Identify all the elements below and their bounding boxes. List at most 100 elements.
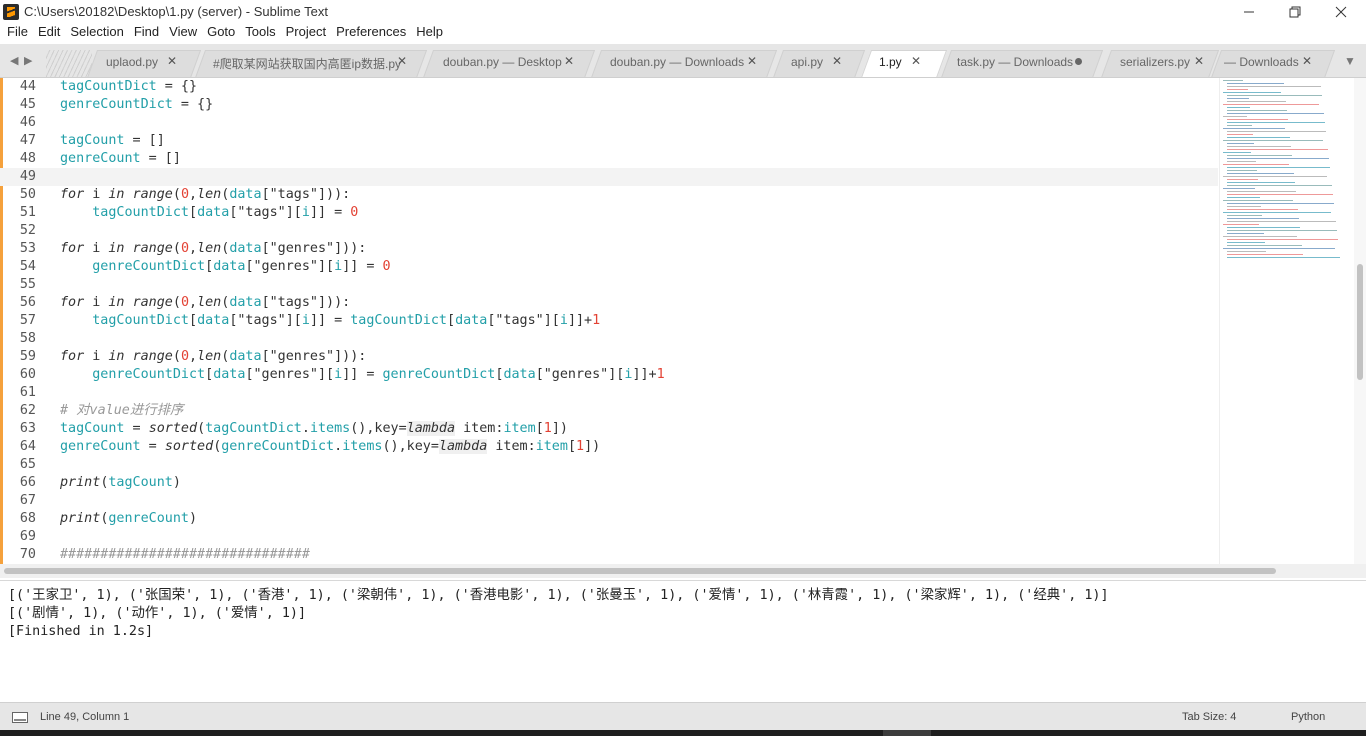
unsaved-dot-icon[interactable]	[1075, 58, 1082, 65]
code-token: (),key=	[382, 439, 439, 454]
code-line[interactable]: 60 genreCountDict[data["genres"][i]] = g…	[0, 366, 1218, 384]
menu-goto[interactable]: Goto	[202, 24, 240, 44]
minimap-line	[1223, 80, 1243, 81]
code-token: genreCount	[60, 151, 141, 166]
code-token: [	[535, 421, 544, 436]
code-line[interactable]: 68 print(genreCount)	[0, 510, 1218, 528]
tab-label: 1.py	[879, 55, 902, 69]
code-token: range	[132, 349, 173, 364]
horizontal-scrollbar[interactable]	[0, 564, 1366, 578]
tab-close-icon[interactable]: ✕	[397, 54, 407, 68]
code-line[interactable]: 53 for i in range(0,len(data["genres"])):	[0, 240, 1218, 258]
code-token: (),key=	[350, 421, 407, 436]
menu-file[interactable]: File	[0, 24, 33, 44]
tab-close-icon[interactable]: ✕	[1302, 54, 1312, 68]
horizontal-scroll-thumb[interactable]	[4, 568, 1276, 574]
tab-close-icon[interactable]: ✕	[1194, 54, 1204, 68]
menu-tools[interactable]: Tools	[240, 24, 280, 44]
code-token: 1	[576, 439, 585, 454]
tab-close-icon[interactable]: ✕	[911, 54, 921, 68]
menu-preferences[interactable]: Preferences	[331, 24, 411, 44]
minimap-line	[1227, 119, 1288, 120]
code-line[interactable]: 49	[0, 168, 1218, 186]
code-line[interactable]: 47 tagCount = []	[0, 132, 1218, 150]
code-text: # 对value进行排序	[60, 402, 183, 420]
tab-dropdown-icon[interactable]: ▼	[1344, 54, 1356, 68]
build-output-panel[interactable]: [('王家卫', 1), ('张国荣', 1), ('香港', 1), ('梁朝…	[0, 580, 1366, 702]
tab-close-icon[interactable]: ✕	[167, 54, 177, 68]
tab-close-icon[interactable]: ✕	[832, 54, 842, 68]
minimap-line	[1227, 89, 1248, 90]
code-token: "genres"	[269, 349, 335, 364]
code-token: genreCountDict	[92, 259, 206, 274]
minimap-line	[1227, 113, 1324, 114]
code-token: "tags"	[269, 187, 318, 202]
tab-scroll-right-icon[interactable]: ▶	[24, 54, 32, 67]
code-line[interactable]: 45 genreCountDict = {}	[0, 96, 1218, 114]
code-line[interactable]: 69	[0, 528, 1218, 546]
minimap-line	[1227, 137, 1290, 138]
sublime-logo-icon	[3, 4, 19, 20]
code-line[interactable]: 67	[0, 492, 1218, 510]
line-number: 68	[19, 511, 36, 526]
menu-selection[interactable]: Selection	[65, 24, 128, 44]
code-line[interactable]: 61	[0, 384, 1218, 402]
vertical-scroll-thumb[interactable]	[1357, 264, 1363, 380]
code-line[interactable]: 46	[0, 114, 1218, 132]
code-line[interactable]: 62 # 对value进行排序	[0, 402, 1218, 420]
minimap-line	[1227, 221, 1336, 222]
code-line[interactable]: 52	[0, 222, 1218, 240]
syntax-selector[interactable]: Python	[1291, 711, 1325, 723]
code-token: ]]+	[632, 367, 657, 382]
code-token: data	[229, 187, 262, 202]
code-line[interactable]: 65	[0, 456, 1218, 474]
menu-project[interactable]: Project	[281, 24, 331, 44]
code-line[interactable]: 48 genreCount = []	[0, 150, 1218, 168]
code-token: "genres"	[253, 259, 319, 274]
restore-button[interactable]	[1272, 0, 1318, 24]
tab-1-py[interactable]	[860, 50, 948, 77]
code-line[interactable]: 51 tagCountDict[data["tags"][i]] = 0	[0, 204, 1218, 222]
code-editor[interactable]: 44 tagCountDict = {} 45 genreCountDict = {}…	[0, 78, 1366, 564]
minimap[interactable]	[1219, 78, 1354, 564]
code-line[interactable]: 57 tagCountDict[data["tags"][i]] = tagCo…	[0, 312, 1218, 330]
code-line[interactable]: 50 for i in range(0,len(data["tags"])):	[0, 186, 1218, 204]
tab-label: #爬取某网站获取国内高匿ip数据.py	[213, 57, 402, 71]
code-token: [	[189, 205, 198, 220]
line-number: 45	[19, 97, 36, 112]
code-line[interactable]: 59 for i in range(0,len(data["genres"])):	[0, 348, 1218, 366]
code-line[interactable]: 70 ###############################	[0, 546, 1218, 564]
tab-size[interactable]: Tab Size: 4	[1182, 711, 1236, 723]
menu-help[interactable]: Help	[411, 24, 448, 44]
code-line[interactable]: 58	[0, 330, 1218, 348]
close-window-button[interactable]	[1318, 0, 1364, 24]
code-token: (	[172, 187, 181, 202]
tab-scroll-left-icon[interactable]: ◀	[10, 54, 18, 67]
code-line[interactable]: 56 for i in range(0,len(data["tags"])):	[0, 294, 1218, 312]
code-line[interactable]: 64 genreCount = sorted(genreCountDict.ite…	[0, 438, 1218, 456]
menu-edit[interactable]: Edit	[33, 24, 65, 44]
vertical-scrollbar[interactable]	[1354, 78, 1366, 564]
menu-view[interactable]: View	[164, 24, 202, 44]
code-token: genreCountDict	[221, 439, 335, 454]
minimap-line	[1227, 194, 1333, 195]
code-line[interactable]: 54 genreCountDict[data["genres"][i]] = 0	[0, 258, 1218, 276]
code-token: len	[197, 187, 222, 202]
code-token: sorted	[164, 439, 214, 454]
code-line[interactable]: 44 tagCountDict = {}	[0, 78, 1218, 96]
panel-toggle-icon[interactable]	[12, 712, 28, 723]
minimap-line	[1227, 173, 1294, 174]
code-text: genreCountDict = {}	[60, 96, 213, 114]
minimize-button[interactable]	[1226, 0, 1272, 24]
code-text: for i in range(0,len(data["tags"])):	[60, 186, 350, 204]
tab-label: serializers.py	[1120, 55, 1191, 69]
code-line[interactable]: 66 print(tagCount)	[0, 474, 1218, 492]
tab-close-icon[interactable]: ✕	[747, 54, 757, 68]
minimap-line	[1227, 158, 1329, 159]
taskbar-item[interactable]	[883, 730, 931, 736]
code-line[interactable]: 55	[0, 276, 1218, 294]
menu-find[interactable]: Find	[129, 24, 164, 44]
tab-close-icon[interactable]: ✕	[564, 54, 574, 68]
code-line[interactable]: 63 tagCount = sorted(tagCountDict.items()…	[0, 420, 1218, 438]
line-number: 57	[19, 313, 36, 328]
